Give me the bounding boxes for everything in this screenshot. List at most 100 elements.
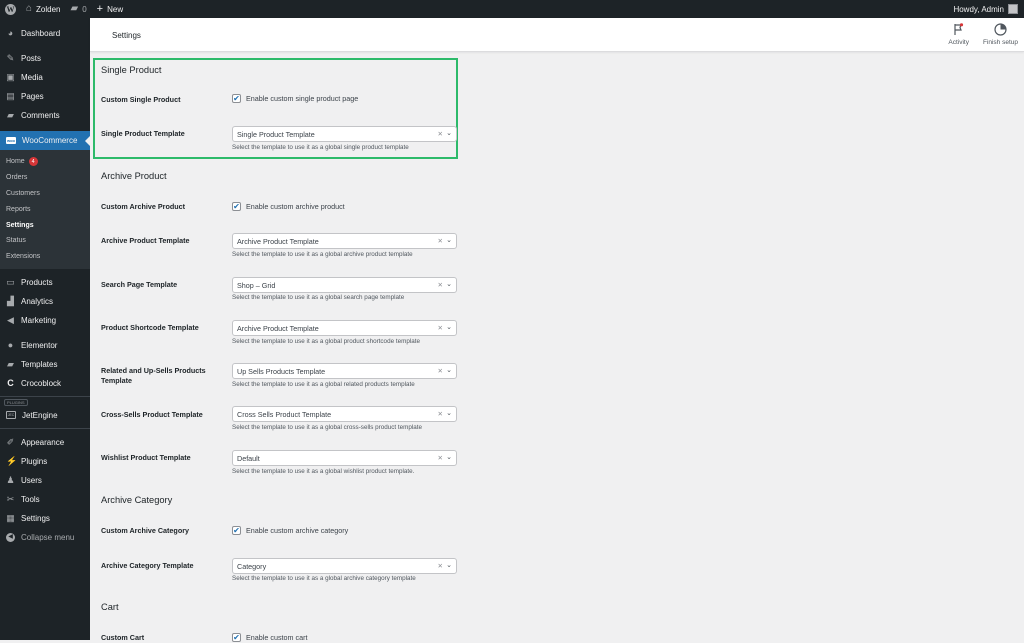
checkbox-label: Enable custom single product page: [246, 94, 359, 103]
clear-icon[interactable]: ✕: [438, 410, 443, 418]
custom-single-product-checkbox[interactable]: ✔ Enable custom single product page: [232, 94, 358, 103]
sidebar-item-media[interactable]: ▣ Media: [0, 68, 90, 87]
plus-icon: +: [96, 2, 104, 15]
single-product-template-select[interactable]: Single Product Template ✕ ⌄: [232, 126, 457, 142]
sidebar-item-dashboard[interactable]: ◕ Dashboard: [0, 24, 90, 43]
checkbox-checked-icon[interactable]: ✔: [232, 202, 241, 211]
collapse-menu-button[interactable]: ◀ Collapse menu: [0, 528, 90, 547]
checkbox-checked-icon[interactable]: ✔: [232, 526, 241, 535]
checkbox-label: Enable custom archive category: [246, 526, 349, 535]
sidebar-item-plugins[interactable]: ⚡ Plugins: [0, 452, 90, 471]
flag-icon: [953, 22, 965, 36]
sidebar-item-analytics[interactable]: ▟ Analytics: [0, 292, 90, 311]
site-name-link[interactable]: ⌂ Zolden: [21, 0, 66, 18]
field-label: Product Shortcode Template: [101, 323, 199, 332]
sidebar-item-crocoblock[interactable]: C Crocoblock: [0, 374, 90, 393]
sidebar-item-comments[interactable]: ▰ Comments: [0, 106, 90, 125]
section-title-single-product: Single Product: [101, 65, 162, 75]
sidebar-item-jetengine[interactable]: JEC JetEngine: [0, 406, 90, 425]
sidebar-item-woocommerce[interactable]: woo WooCommerce: [0, 131, 90, 150]
select-value: Cross Sells Product Template: [237, 409, 332, 419]
field-label: Archive Category Template: [101, 561, 194, 570]
select-value: Category: [237, 561, 267, 571]
greeting: Howdy, Admin: [953, 4, 1004, 14]
sidebar-item-tools[interactable]: ✂ Tools: [0, 490, 90, 509]
cross-sells-template-select[interactable]: Cross Sells Product Template ✕ ⌄: [232, 406, 457, 422]
sidebar-item-label: Comments: [21, 111, 60, 120]
field-description: Select the template to use it as a globa…: [232, 338, 420, 345]
field-label: Single Product Template: [101, 129, 185, 138]
comments-link[interactable]: ▰ 0: [66, 0, 92, 18]
field-description: Select the template to use it as a globa…: [232, 424, 423, 431]
select-value: Archive Product Template: [237, 236, 319, 246]
sidebar-item-label: Pages: [21, 92, 44, 101]
field-description: Select the template to use it as a globa…: [232, 468, 415, 475]
field-description: Select the template to use it as a globa…: [232, 144, 409, 151]
submenu-item-settings[interactable]: Settings: [0, 217, 90, 233]
sidebar-item-templates[interactable]: ▰ Templates: [0, 355, 90, 374]
clear-icon[interactable]: ✕: [438, 281, 443, 289]
dashboard-icon: ◕: [7, 28, 14, 38]
sidebar-item-users[interactable]: ♟ Users: [0, 471, 90, 490]
sidebar-item-appearance[interactable]: ✐ Appearance: [0, 433, 90, 452]
submenu-item-label: Home: [6, 158, 25, 166]
my-account-menu[interactable]: Howdy, Admin: [953, 4, 1024, 14]
clear-icon[interactable]: ✕: [438, 562, 443, 570]
submenu-item-label: Reports: [6, 205, 31, 213]
submenu-item-status[interactable]: Status: [0, 233, 90, 249]
custom-archive-product-checkbox[interactable]: ✔ Enable custom archive product: [232, 202, 345, 211]
checkbox-checked-icon[interactable]: ✔: [232, 94, 241, 103]
sidebar-item-pages[interactable]: ▤ Pages: [0, 87, 90, 106]
checkbox-label: Enable custom cart: [246, 633, 308, 642]
field-label: Wishlist Product Template: [101, 453, 191, 462]
sidebar-item-label: Plugins: [21, 456, 48, 466]
comments-count: 0: [82, 4, 87, 14]
sidebar-item-marketing[interactable]: ◀ Marketing: [0, 311, 90, 330]
select-value: Default: [237, 453, 260, 463]
checkbox-label: Enable custom archive product: [246, 202, 345, 211]
sidebar-item-posts[interactable]: ✎ Posts: [0, 49, 90, 68]
clear-icon[interactable]: ✕: [438, 237, 443, 245]
sidebar-item-settings[interactable]: ▦ Settings: [0, 509, 90, 528]
field-label: Search Page Template: [101, 280, 178, 289]
wp-logo-menu[interactable]: W: [0, 0, 21, 18]
clear-icon[interactable]: ✕: [438, 324, 443, 332]
archive-product-template-select[interactable]: Archive Product Template ✕ ⌄: [232, 233, 457, 249]
related-upsells-template-select[interactable]: Up Sells Products Template ✕ ⌄: [232, 363, 457, 379]
submenu-item-home[interactable]: Home 4: [0, 154, 90, 170]
clear-icon[interactable]: ✕: [438, 454, 443, 462]
submenu-item-orders[interactable]: Orders: [0, 170, 90, 186]
custom-archive-category-checkbox[interactable]: ✔ Enable custom archive category: [232, 526, 348, 535]
section-title-archive-product: Archive Product: [101, 171, 167, 181]
wishlist-template-select[interactable]: Default ✕ ⌄: [232, 450, 457, 466]
user-icon: ♟: [6, 474, 15, 485]
notification-badge: 4: [28, 157, 38, 167]
activity-label: Activity: [948, 39, 969, 46]
activity-button[interactable]: Activity: [948, 22, 969, 46]
checkbox-checked-icon[interactable]: ✔: [232, 633, 241, 642]
search-page-template-select[interactable]: Shop – Grid ✕ ⌄: [232, 277, 457, 293]
sidebar-item-products[interactable]: ▭ Products: [0, 273, 90, 292]
submenu-item-customers[interactable]: Customers: [0, 186, 90, 202]
settings-sliders-icon: ▦: [6, 512, 15, 523]
sidebar-item-label: Marketing: [21, 315, 57, 325]
archive-category-template-select[interactable]: Category ✕ ⌄: [232, 558, 457, 574]
submenu-item-extensions[interactable]: Extensions: [0, 249, 90, 265]
page-title: Settings: [112, 31, 141, 40]
chevron-down-icon: ⌄: [446, 410, 452, 417]
wordpress-logo-icon: W: [5, 3, 16, 15]
site-name: Zolden: [36, 4, 61, 14]
sidebar-item-elementor[interactable]: ● Elementor: [0, 336, 90, 355]
clear-icon[interactable]: ✕: [438, 367, 443, 375]
media-icon: ▣: [6, 72, 15, 82]
clear-icon[interactable]: ✕: [438, 130, 443, 138]
product-shortcode-template-select[interactable]: Archive Product Template ✕ ⌄: [232, 320, 457, 336]
finish-setup-button[interactable]: Finish setup: [983, 22, 1018, 46]
sidebar-item-label: Dashboard: [21, 29, 61, 38]
custom-cart-checkbox[interactable]: ✔ Enable custom cart: [232, 633, 308, 642]
new-content-link[interactable]: + New: [92, 0, 128, 18]
finish-setup-label: Finish setup: [982, 39, 1018, 46]
submenu-item-reports[interactable]: Reports: [0, 201, 90, 217]
woocommerce-header: Settings Activity Finish setup: [90, 18, 1024, 52]
sidebar-item-label: Appearance: [21, 437, 65, 447]
